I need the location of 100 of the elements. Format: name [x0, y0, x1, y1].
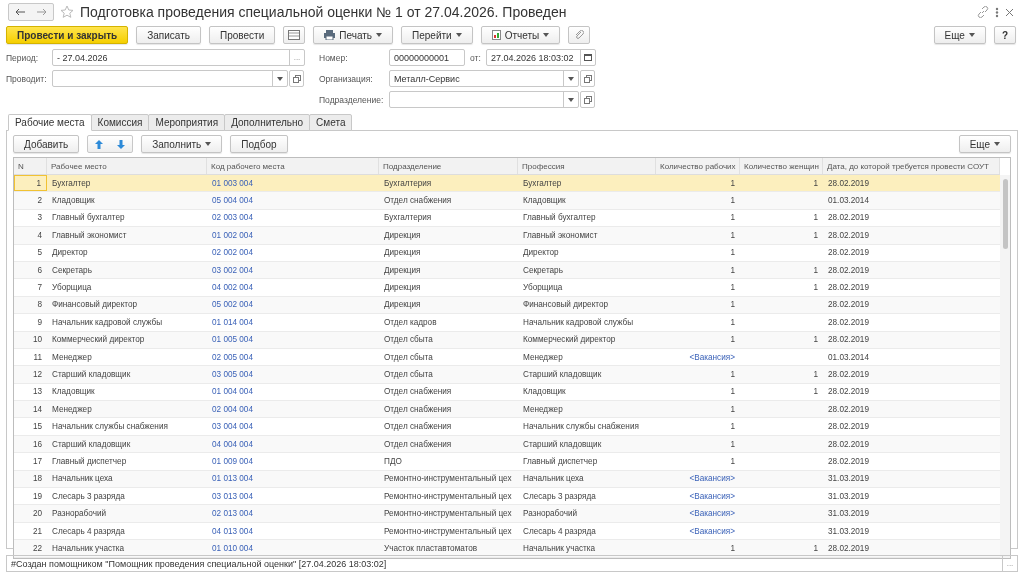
- table-cell-text: 05 004 004: [211, 195, 254, 208]
- division-field[interactable]: [389, 91, 579, 108]
- table-cell-text: Начальник службы снабжения: [51, 421, 169, 434]
- table-cell-text: Отдел сбыта: [383, 369, 434, 381]
- field-label: Подразделение:: [319, 94, 384, 105]
- vacancy-link[interactable]: <Вакансия>: [656, 505, 740, 522]
- fill-button[interactable]: Заполнить: [141, 135, 223, 153]
- vacancy-link[interactable]: <Вакансия>: [656, 348, 740, 366]
- conducts-field[interactable]: [52, 70, 288, 87]
- close-icon[interactable]: [1005, 7, 1014, 17]
- table-row[interactable]: 1 Бухгалтер 01 003 004 Бухгалтерия Бухгалтер 1 1 28.02.2019: [14, 175, 1000, 193]
- row-number: 11: [32, 351, 43, 364]
- table-cell-text: 04 013 004: [211, 525, 254, 538]
- row-number: 16: [31, 438, 43, 451]
- more-button[interactable]: Еще: [958, 135, 1011, 153]
- pick-button[interactable]: Подбор: [230, 135, 288, 153]
- table-cell-text: 1: [812, 369, 819, 381]
- more-icon[interactable]: [995, 6, 999, 18]
- printer-icon: [324, 30, 336, 40]
- table-cell-text: 28.02.2019: [827, 403, 870, 416]
- more-button[interactable]: Еще: [933, 26, 986, 44]
- caret-icon: [205, 142, 212, 146]
- table-cell-text: 1: [812, 229, 819, 242]
- caret-icon: [568, 76, 574, 81]
- table-cell-text: 1: [729, 316, 736, 329]
- row-number: 9: [36, 316, 43, 329]
- go-to-button[interactable]: Перейти: [401, 26, 473, 44]
- table-cell-text: Слесарь 3 разряда: [51, 490, 126, 503]
- column-header[interactable]: Дата, до которой требуется провести СОУТ: [823, 158, 1000, 174]
- table-cell-text: 28.02.2019: [827, 316, 870, 329]
- organization-field[interactable]: Металл-Сервис: [389, 70, 579, 87]
- table-cell-text: 1: [812, 334, 819, 347]
- table-cell-text: 01 005 004: [211, 334, 254, 347]
- column-header[interactable]: Код рабочего места: [207, 158, 379, 174]
- help-button[interactable]: ?: [993, 26, 1016, 44]
- table-row[interactable]: 12 Старший кладовщик 03 005 004 Отдел сбыта Старший кладовщик 1 1 28.02.2019: [14, 366, 1000, 384]
- table-cell-text: 1: [729, 177, 736, 190]
- tab[interactable]: Комиссия: [90, 114, 150, 131]
- star-icon[interactable]: [60, 5, 74, 19]
- print-button[interactable]: Печать: [313, 26, 393, 44]
- table-cell-text: 1: [812, 177, 819, 190]
- table-cell-text: Уборщица: [522, 282, 564, 295]
- row-number: 22: [31, 542, 43, 555]
- table-row[interactable]: 4 Главный экономист 01 002 004 Дирекция Главный экономист 1 1 28.02.2019: [14, 227, 1000, 245]
- table-cell-text: 05 002 004: [211, 299, 254, 312]
- row-number: 18: [31, 473, 43, 486]
- table-cell-text: Ремонтно-инструментальный цех: [383, 525, 513, 538]
- number-field[interactable]: 00000000001: [389, 49, 465, 66]
- tab[interactable]: Мероприятия: [148, 114, 226, 131]
- table-cell-text: 1: [812, 212, 819, 225]
- table-cell-text: Менеджер: [51, 403, 93, 416]
- tab[interactable]: Смета: [309, 114, 353, 131]
- table-cell-text: 1: [729, 299, 736, 312]
- vacancy-link[interactable]: <Вакансия>: [656, 470, 740, 488]
- caret-icon: [543, 33, 550, 37]
- table-cell-text: Менеджер: [51, 351, 93, 364]
- column-header[interactable]: Подразделение: [379, 158, 518, 174]
- column-header[interactable]: Профессия: [518, 158, 656, 174]
- toolbar-button[interactable]: Записать: [136, 26, 201, 44]
- up-arrow-icon: [95, 139, 104, 149]
- open-icon[interactable]: [289, 70, 304, 87]
- reports-button[interactable]: Отчеты: [480, 26, 561, 44]
- column-header[interactable]: Количество женщин: [740, 158, 823, 174]
- table-row[interactable]: 2 Кладовщик 05 004 004 Отдел снабжения Кладовщик 1 01.03.2014: [14, 192, 1000, 210]
- open-icon[interactable]: [580, 70, 595, 87]
- table-row[interactable]: 22 Начальник участка 01 010 004 Участок пластавтоматов Начальник участка 1 1 28.02.2019: [14, 540, 1000, 558]
- table-icon[interactable]: [283, 26, 306, 44]
- table-cell-text: 01 014 004: [211, 316, 254, 329]
- table-cell-text: Бухгалтер: [51, 177, 92, 190]
- row-number: 2: [36, 195, 43, 208]
- post-and-close-button[interactable]: Провести и закрыть: [6, 26, 129, 44]
- tab[interactable]: Рабочие места: [8, 114, 92, 131]
- table-row[interactable]: 14 Менеджер 02 004 004 Отдел снабжения Менеджер 1 28.02.2019: [14, 401, 1000, 419]
- tab[interactable]: Дополнительно: [224, 114, 311, 131]
- add-button[interactable]: Добавить: [13, 135, 80, 153]
- table-cell-text: Отдел снабжения: [383, 421, 453, 434]
- column-header[interactable]: N: [14, 158, 47, 174]
- table-cell-text: Дирекция: [383, 247, 422, 260]
- table-row[interactable]: 20 Разнорабочий 02 013 004 Ремонтно-инструментальный цех Разнорабочий <Вакансия> 31.03.2019: [14, 505, 1000, 523]
- attachment-icon[interactable]: [568, 26, 591, 44]
- vacancy-link[interactable]: <Вакансия>: [656, 522, 740, 540]
- comment-field[interactable]: #Создан помощником "Помощник проведения специальной оценки" [27.04.2026 18:03:02] ...: [6, 555, 1018, 572]
- right-arrow-icon: [37, 8, 47, 16]
- open-icon[interactable]: [580, 91, 595, 108]
- table-cell-text: 1: [729, 386, 736, 399]
- link-icon[interactable]: [977, 6, 989, 18]
- vacancy-link[interactable]: <Вакансия>: [656, 488, 740, 505]
- scrollbar[interactable]: [1000, 175, 1010, 558]
- column-header[interactable]: Рабочее место: [47, 158, 207, 174]
- table-cell-text: Уборщица: [51, 282, 93, 295]
- table-cell-text: 28.02.2019: [827, 369, 870, 381]
- period-field[interactable]: - 27.04.2026 ...: [52, 49, 305, 66]
- column-header[interactable]: Количество рабочих: [656, 158, 740, 174]
- table-cell-text: Секретарь: [51, 264, 93, 277]
- table-cell-text: 04 004 004: [211, 438, 254, 451]
- date-field[interactable]: 27.04.2026 18:03:02: [486, 49, 596, 66]
- caret-icon: [376, 33, 382, 37]
- table-cell-text: 01 004 004: [211, 386, 254, 399]
- toolbar-button[interactable]: Провести: [209, 26, 276, 44]
- table-cell-text: 28.02.2019: [827, 229, 870, 242]
